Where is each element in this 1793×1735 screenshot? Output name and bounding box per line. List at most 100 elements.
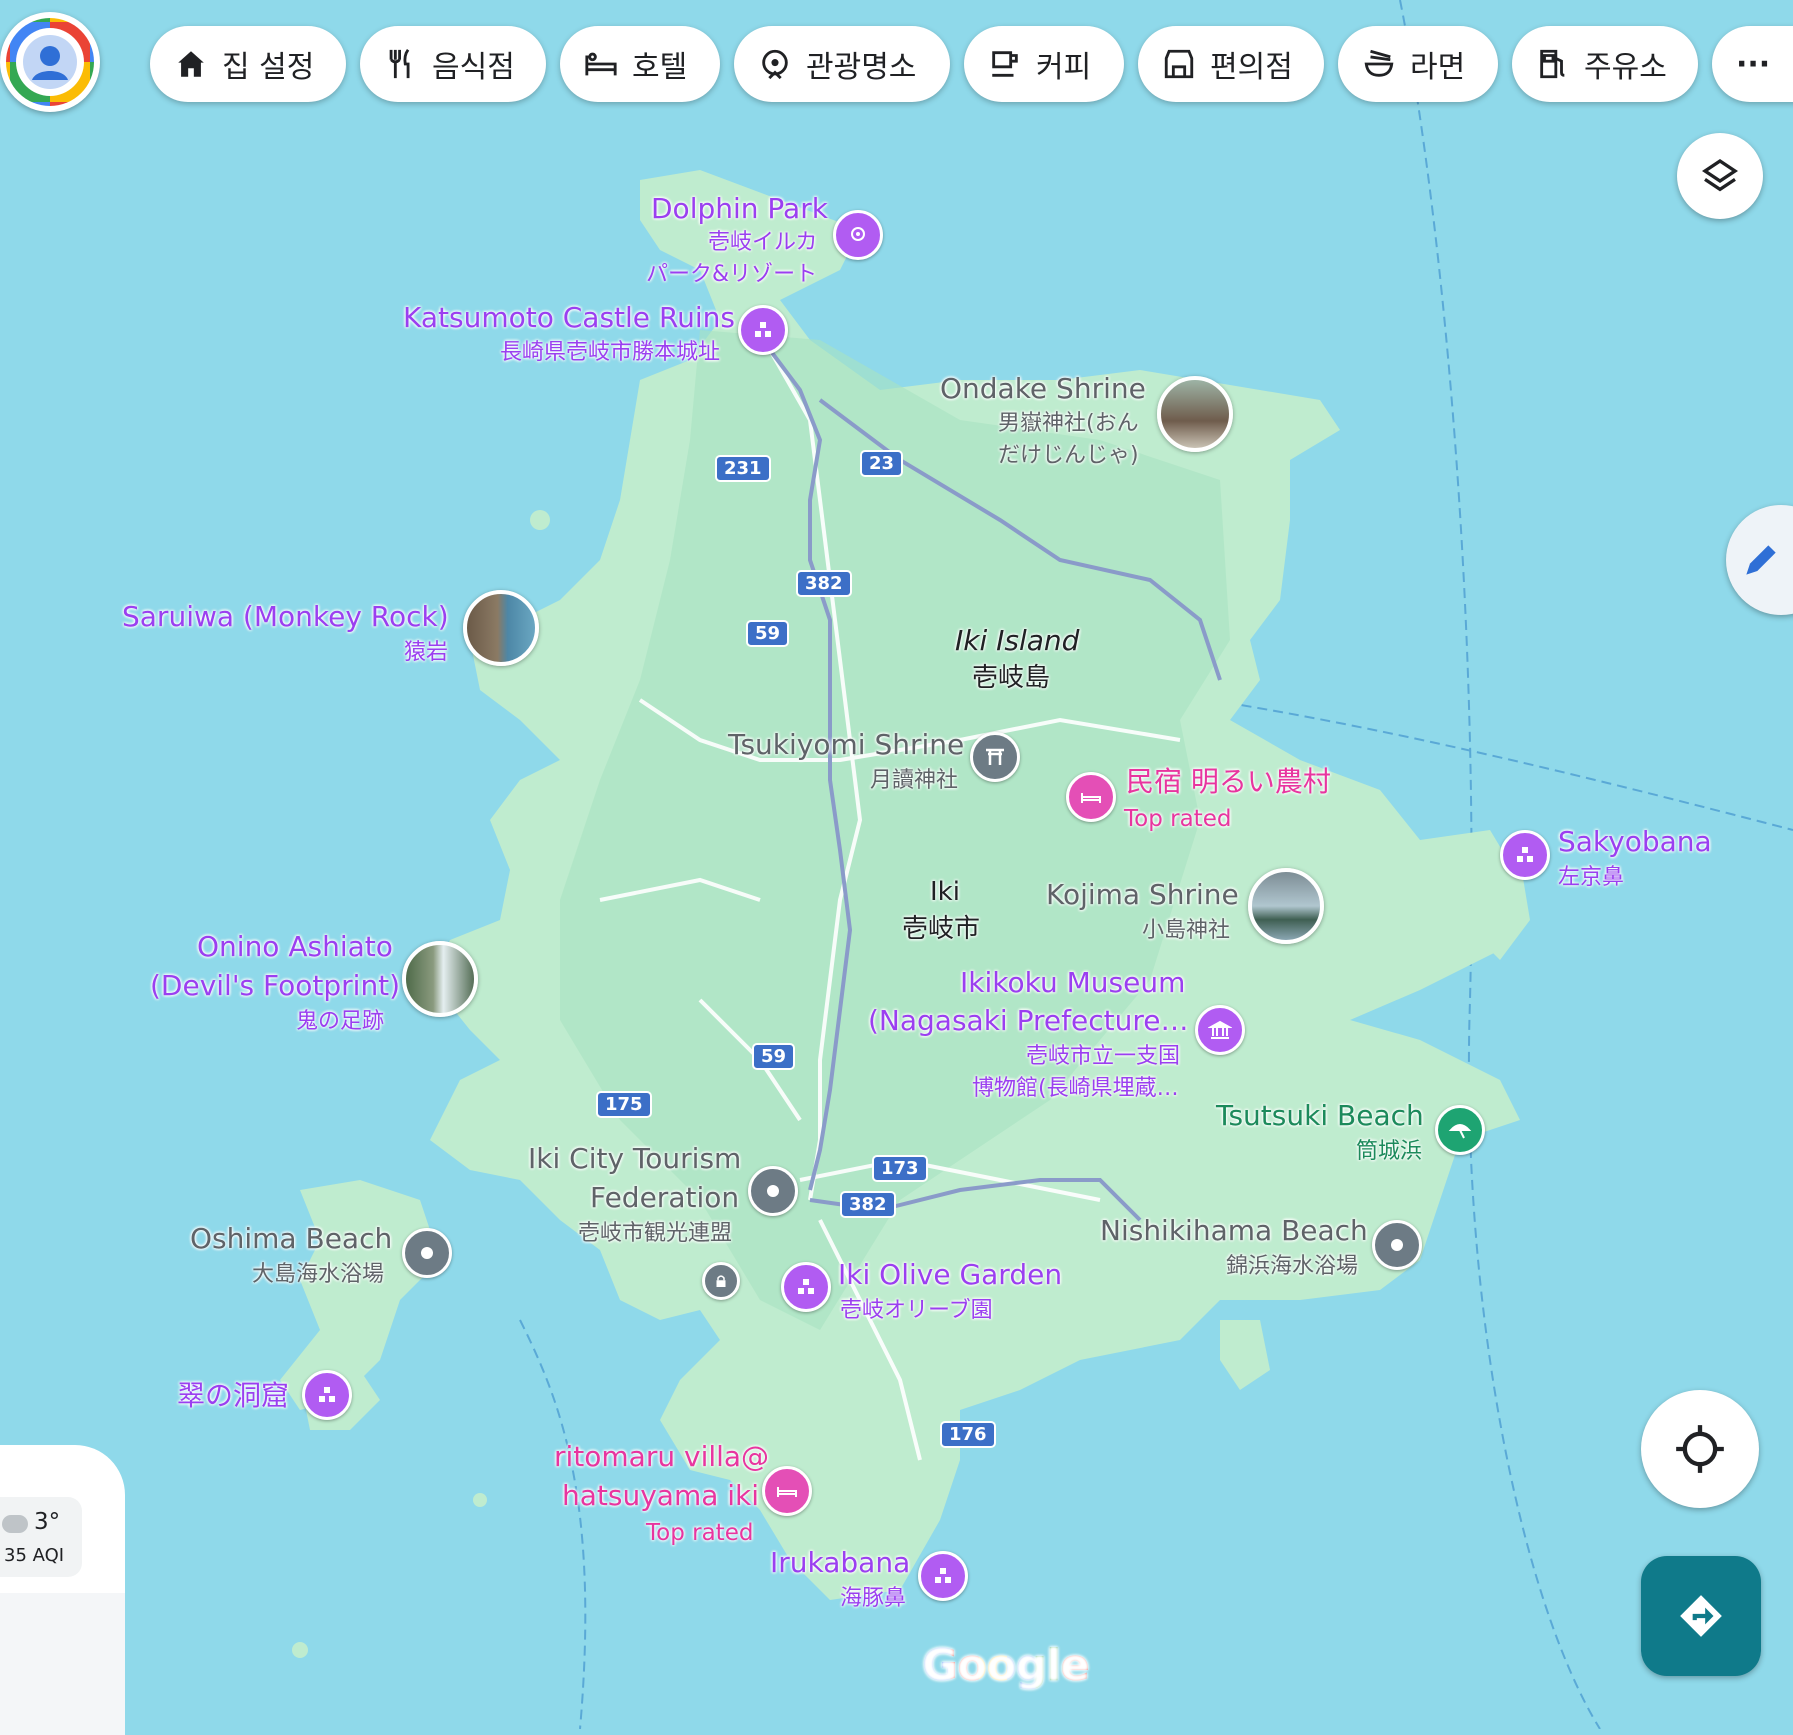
chip-label: 편의점 xyxy=(1210,50,1293,85)
place-sub: 猿岩 xyxy=(404,640,449,665)
landmark-icon xyxy=(935,1568,951,1583)
place-pin[interactable] xyxy=(1372,1220,1422,1270)
place-label[interactable]: Irukabana xyxy=(770,1546,910,1579)
place-label[interactable]: Iki Olive Garden xyxy=(838,1258,1062,1291)
chip-restaurant[interactable]: 음식점 xyxy=(360,26,546,102)
lock-pin[interactable] xyxy=(702,1262,740,1300)
place-sub: 男嶽神社(おん xyxy=(998,411,1139,436)
island-name-ja: 壱岐島 xyxy=(972,663,1051,693)
place-sub: 大島海水浴場 xyxy=(252,1262,385,1287)
island-name: Iki Island xyxy=(955,624,1080,657)
place-label[interactable]: Ikikoku Museum xyxy=(960,966,1185,999)
place-sub: 鬼の足跡 xyxy=(296,1009,385,1034)
weather-panel: 3° 35 AQI xyxy=(0,1445,125,1735)
place-label[interactable]: Tsutsuki Beach xyxy=(1216,1099,1424,1132)
route-shield: 59 xyxy=(752,1043,796,1070)
historic-site-pin[interactable] xyxy=(738,305,788,355)
place-label[interactable]: hatsuyama iki xyxy=(562,1479,759,1512)
chip-home[interactable]: 집 설정 xyxy=(150,26,346,102)
city-name: Iki xyxy=(930,877,960,907)
crosshair-icon xyxy=(1676,1425,1724,1473)
place-label[interactable]: ritomaru villa@ xyxy=(554,1440,769,1473)
place-sub: 壱岐オリーブ園 xyxy=(840,1298,993,1323)
torii-icon xyxy=(986,748,1004,765)
landmark-icon xyxy=(1517,847,1533,862)
place-pin[interactable] xyxy=(402,1228,452,1278)
coffee-icon xyxy=(992,51,1018,77)
route-shield: 231 xyxy=(715,455,771,482)
chip-attractions[interactable]: 관광명소 xyxy=(734,26,950,102)
place-label[interactable]: Dolphin Park xyxy=(651,192,828,225)
place-label[interactable]: Oshima Beach xyxy=(190,1222,392,1255)
chip-convenience[interactable]: 편의점 xyxy=(1138,26,1324,102)
place-sub: 博物館(長崎県埋蔵… xyxy=(972,1076,1179,1101)
chip-hotel[interactable]: 호텔 xyxy=(560,26,720,102)
place-sub: Top rated xyxy=(1124,806,1232,832)
chip-label: 호텔 xyxy=(632,50,688,85)
my-location-button[interactable] xyxy=(1641,1390,1759,1508)
place-photo[interactable] xyxy=(1157,376,1233,452)
place-label[interactable]: Nishikihama Beach xyxy=(1100,1214,1368,1247)
landmark-icon xyxy=(798,1279,814,1294)
museum-pin[interactable] xyxy=(1195,1005,1245,1055)
dot-icon xyxy=(421,1247,433,1259)
place-label[interactable]: Tsukiyomi Shrine xyxy=(728,728,964,761)
historic-site-pin[interactable] xyxy=(1500,830,1550,880)
home-icon xyxy=(178,51,204,77)
place-photo[interactable] xyxy=(1248,868,1324,944)
place-label[interactable]: Kojima Shrine xyxy=(1046,878,1239,911)
place-photo[interactable] xyxy=(402,941,478,1017)
shrine-pin[interactable] xyxy=(970,732,1020,782)
historic-site-pin[interactable] xyxy=(781,1262,831,1312)
place-sub: Top rated xyxy=(646,1520,754,1546)
place-label[interactable]: (Devil's Footprint) xyxy=(150,969,400,1002)
chip-label: 관광명소 xyxy=(806,50,917,85)
chip-more[interactable]: ··· xyxy=(1712,26,1793,102)
chip-label: 주유소 xyxy=(1584,50,1667,85)
route-shield: 176 xyxy=(940,1421,996,1448)
route-shield: 59 xyxy=(746,620,790,647)
place-pin[interactable] xyxy=(748,1166,798,1216)
chip-label: 집 설정 xyxy=(222,50,315,85)
city-name-ja: 壱岐市 xyxy=(902,914,981,944)
google-logo: Google xyxy=(922,1640,1090,1691)
place-label[interactable]: Federation xyxy=(590,1181,739,1214)
amusement-park-icon xyxy=(851,227,865,241)
place-sub: だけじんじゃ) xyxy=(998,443,1139,468)
directions-button[interactable] xyxy=(1641,1556,1761,1676)
place-label[interactable]: Onino Ashiato xyxy=(197,930,393,963)
lodging-pin[interactable] xyxy=(762,1466,812,1516)
chip-coffee[interactable]: 커피 xyxy=(964,26,1124,102)
place-label[interactable]: Ondake Shrine xyxy=(940,372,1146,405)
historic-site-pin[interactable] xyxy=(302,1370,352,1420)
place-sub: 筒城浜 xyxy=(1356,1139,1423,1164)
place-sub: 錦浜海水浴場 xyxy=(1226,1254,1359,1279)
place-label[interactable]: 翠の洞窟 xyxy=(177,1379,289,1412)
attraction-pin[interactable] xyxy=(833,210,883,260)
place-photo[interactable] xyxy=(463,590,539,666)
account-avatar[interactable] xyxy=(0,12,100,112)
place-label[interactable]: 民宿 明るい農村 xyxy=(1126,765,1331,798)
gas-station-icon xyxy=(1540,49,1565,79)
chip-label: 커피 xyxy=(1036,50,1092,85)
historic-site-pin[interactable] xyxy=(918,1551,968,1601)
lodging-pin[interactable] xyxy=(1066,772,1116,822)
person-icon xyxy=(23,35,77,89)
chip-gas[interactable]: 주유소 xyxy=(1512,26,1698,102)
chip-label: 라면 xyxy=(1410,50,1466,85)
place-sub: 壱岐市観光連盟 xyxy=(578,1221,733,1246)
ramen-icon xyxy=(1364,49,1394,77)
place-sub: 長崎県壱岐市勝本城址 xyxy=(500,340,721,365)
place-label[interactable]: Saruiwa (Monkey Rock) xyxy=(122,600,449,633)
place-label[interactable]: Iki City Tourism xyxy=(528,1142,741,1175)
layers-button[interactable] xyxy=(1677,133,1763,219)
landmark-icon xyxy=(319,1387,335,1402)
beach-pin[interactable] xyxy=(1435,1105,1485,1155)
chip-ramen[interactable]: 라면 xyxy=(1338,26,1498,102)
dot-icon xyxy=(767,1185,779,1197)
route-shield: 382 xyxy=(840,1191,896,1218)
place-label[interactable]: (Nagasaki Prefecture… xyxy=(868,1004,1188,1037)
place-label[interactable]: Sakyobana xyxy=(1558,825,1712,858)
place-label[interactable]: Katsumoto Castle Ruins xyxy=(403,301,735,334)
place-sub: 月讀神社 xyxy=(870,768,959,793)
